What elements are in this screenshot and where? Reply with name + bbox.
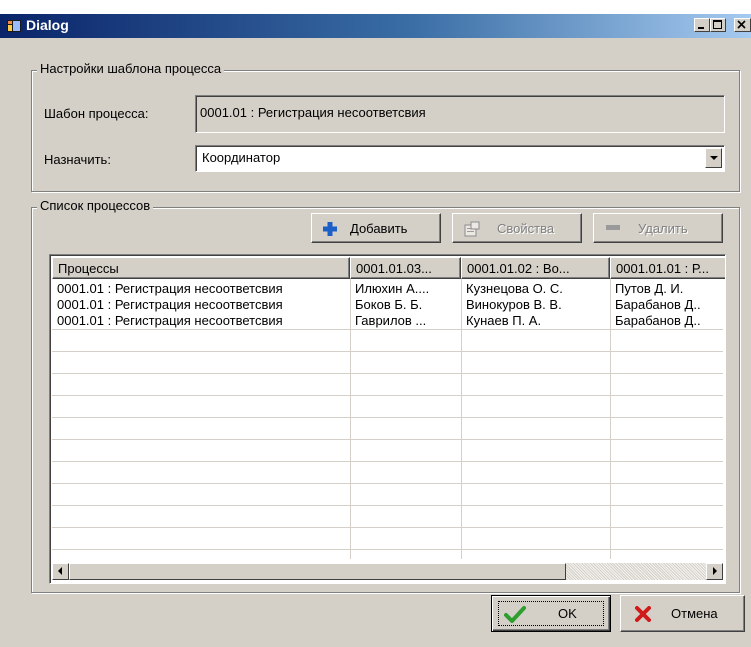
scroll-right-button[interactable] — [706, 563, 723, 580]
table-cell: Илюхин А.... — [355, 281, 430, 296]
dialog-window: Dialog Настройки шаблона процесса Шабон … — [0, 14, 751, 647]
column-header-processes[interactable]: Процессы — [52, 257, 350, 279]
delete-button[interactable]: Удалить — [593, 213, 723, 243]
table-cell: Барабанов Д.. — [615, 313, 701, 328]
close-icon — [737, 20, 746, 29]
grid-line — [52, 373, 723, 374]
ok-button-label: OK — [558, 606, 577, 621]
table-cell: Гаврилов ... — [355, 313, 427, 328]
table-cell: Путов Д. И. — [615, 281, 684, 296]
grid-line — [52, 461, 723, 462]
close-button[interactable] — [734, 18, 751, 32]
assign-value: Координатор — [202, 150, 281, 165]
horizontal-scrollbar[interactable] — [52, 563, 723, 580]
table-row[interactable]: 0001.01 : Регистрация несоответсвия Гавр… — [52, 313, 723, 329]
column-header-label: Процессы — [58, 261, 119, 276]
grid-line — [52, 527, 723, 528]
grid-line — [52, 395, 723, 396]
column-header-step-3[interactable]: 0001.01.03... — [350, 257, 461, 279]
table-cell: 0001.01 : Регистрация несоответсвия — [57, 313, 283, 328]
template-label: Шабон процесса: — [44, 106, 149, 121]
grid-line — [52, 351, 723, 352]
delete-button-label: Удалить — [638, 221, 688, 236]
x-icon — [635, 606, 651, 622]
checkmark-icon — [504, 606, 526, 623]
grid-line — [52, 483, 723, 484]
arrow-right-icon — [713, 567, 717, 575]
column-header-label: 0001.01.02 : Во... — [467, 261, 570, 276]
minimize-button[interactable] — [694, 18, 710, 32]
table-cell: 0001.01 : Регистрация несоответсвия — [57, 297, 283, 312]
properties-button-label: Свойства — [497, 221, 555, 236]
maximize-button[interactable] — [710, 18, 726, 32]
add-button-label: Добавить — [350, 221, 408, 236]
table-cell: Боков Б. Б. — [355, 297, 423, 312]
cancel-button[interactable]: Отмена — [620, 595, 745, 632]
table-cell: Барабанов Д.. — [615, 297, 701, 312]
column-header-step-1[interactable]: 0001.01.01 : Р... — [610, 257, 725, 279]
table-cell: Винокуров В. В. — [466, 297, 562, 312]
table-cell: Кунаев П. А. — [466, 313, 542, 328]
chevron-down-icon — [710, 156, 718, 160]
column-header-step-2[interactable]: 0001.01.02 : Во... — [461, 257, 610, 279]
scroll-thumb[interactable] — [69, 563, 566, 580]
column-header-label: 0001.01.03... — [356, 261, 432, 276]
assign-dropdown-button[interactable] — [705, 148, 722, 168]
minimize-icon — [698, 27, 704, 29]
add-button[interactable]: Добавить — [311, 213, 441, 243]
table-cell: Кузнецова О. С. — [466, 281, 563, 296]
template-settings-title: Настройки шаблона процесса — [37, 61, 225, 76]
cancel-button-label: Отмена — [671, 606, 718, 621]
column-header-label: 0001.01.01 : Р... — [616, 261, 709, 276]
grid-line — [52, 505, 723, 506]
title-bar[interactable]: Dialog — [0, 14, 751, 38]
app-icon — [7, 20, 21, 32]
plus-icon — [323, 222, 337, 236]
assign-dropdown[interactable]: Координатор — [195, 145, 725, 172]
assign-label: Назначить: — [44, 152, 111, 167]
maximize-icon — [713, 20, 722, 29]
grid-line — [52, 439, 723, 440]
table-row[interactable]: 0001.01 : Регистрация несоответсвия Боко… — [52, 297, 723, 313]
process-table[interactable]: Процессы 0001.01.03... 0001.01.02 : Во..… — [49, 254, 726, 584]
template-field: 0001.01 : Регистрация несоответсвия — [195, 95, 725, 133]
arrow-left-icon — [58, 567, 62, 575]
properties-button[interactable]: Свойства — [452, 213, 582, 243]
table-header: Процессы 0001.01.03... 0001.01.02 : Во..… — [52, 257, 725, 279]
grid-line — [52, 329, 723, 330]
ok-button[interactable]: OK — [491, 595, 611, 632]
grid-line — [52, 417, 723, 418]
table-cell: 0001.01 : Регистрация несоответсвия — [57, 281, 283, 296]
grid-line — [52, 549, 723, 550]
minus-icon — [606, 225, 620, 230]
properties-icon — [464, 221, 480, 237]
table-row[interactable]: 0001.01 : Регистрация несоответсвия Илюх… — [52, 281, 723, 297]
scroll-left-button[interactable] — [52, 563, 69, 580]
window-title: Dialog — [26, 17, 69, 33]
template-value: 0001.01 : Регистрация несоответсвия — [200, 105, 426, 120]
process-list-title: Список процессов — [37, 198, 154, 213]
